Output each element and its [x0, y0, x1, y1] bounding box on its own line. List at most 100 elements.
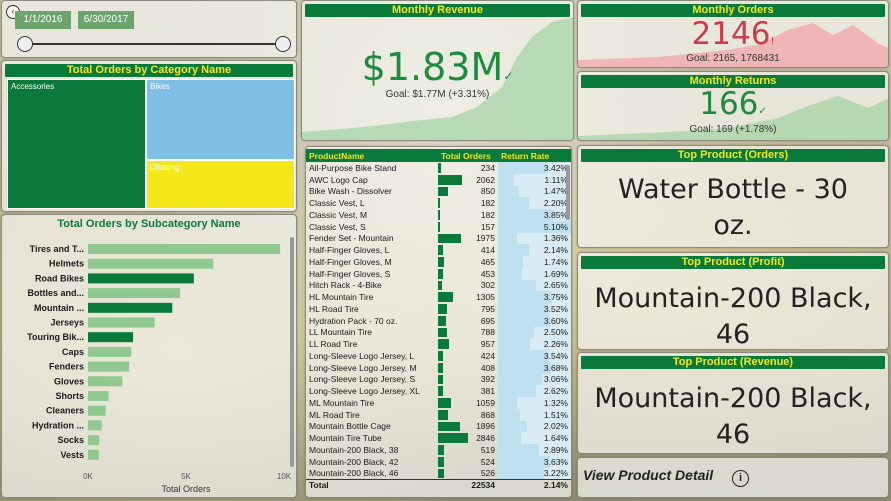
col-return-rate[interactable]: Return Rate: [498, 149, 571, 162]
table-row[interactable]: AWC Logo Cap 2062 1.11%: [306, 173, 571, 186]
view-product-detail-button[interactable]: View Product Detail i: [577, 457, 889, 498]
orders-cell: 182: [438, 197, 498, 209]
table-row[interactable]: Long-Sleeve Logo Jersey, L 424 3.54%: [306, 350, 571, 362]
table-row[interactable]: Classic Vest, L 182 2.20%: [306, 197, 571, 209]
table-row[interactable]: Fender Set - Mountain 1975 1.36%: [306, 232, 571, 245]
product-name-cell: Mountain-200 Black, 38: [309, 444, 399, 455]
table-row[interactable]: Classic Vest, S 157 5.10%: [306, 220, 571, 233]
table-row[interactable]: Half-Finger Gloves, S 453 1.69%: [306, 267, 571, 280]
orders-cell: 234: [438, 162, 498, 174]
slider-handle-start[interactable]: [17, 36, 33, 52]
treemap-tile-clothing[interactable]: Clothing: [146, 160, 295, 209]
orders-cell: 414: [438, 244, 498, 256]
info-icon[interactable]: i: [732, 470, 749, 487]
return-rate-cell: 1.64%: [498, 432, 571, 444]
bar[interactable]: [88, 317, 155, 328]
x-tick-label: 10K: [277, 472, 292, 481]
orders-cell: 2846: [438, 432, 498, 444]
orders-cell: 850: [438, 186, 498, 198]
table-row[interactable]: LL Road Tire 957 2.26%: [306, 338, 571, 350]
orders-goal: Goal: 2165, 1768431: [686, 53, 780, 64]
bar-label: Mountain ...: [34, 303, 84, 313]
chart-scrollbar[interactable]: [290, 237, 294, 467]
table-row[interactable]: ML Mountain Tire 1059 1.32%: [306, 397, 571, 409]
col-total-orders[interactable]: Total Orders: [438, 149, 498, 162]
bar-label: Bottles and...: [27, 288, 84, 298]
bar-label: Touring Bik...: [27, 332, 84, 342]
product-name-cell: Bike Wash - Dissolver: [309, 186, 392, 197]
bar[interactable]: [88, 302, 173, 313]
orders-cell: 519: [438, 444, 498, 456]
product-name-cell: ML Road Tire: [309, 409, 360, 420]
table-row[interactable]: Bike Wash - Dissolver 850 1.47%: [306, 185, 571, 198]
bar-label: Socks: [57, 435, 84, 445]
table-row[interactable]: ML Road Tire 868 1.51%: [306, 408, 571, 421]
product-name-cell: Long-Sleeve Logo Jersey, L: [309, 350, 415, 361]
return-rate-cell: 3.63%: [498, 455, 571, 468]
table-row[interactable]: Half-Finger Gloves, L 414 2.14%: [306, 244, 571, 256]
treemap-tile-bikes[interactable]: Bikes: [146, 79, 295, 160]
bar[interactable]: [88, 405, 106, 416]
returns-value: 166✓: [699, 86, 767, 122]
slider-handle-end[interactable]: [275, 36, 291, 52]
return-rate-cell: 2.26%: [498, 338, 571, 350]
return-rate-cell: 1.32%: [498, 397, 571, 409]
product-name-cell: HL Mountain Tire: [309, 292, 374, 303]
col-product-name[interactable]: ProductName: [306, 149, 438, 162]
bar[interactable]: [88, 361, 130, 372]
end-date-input[interactable]: 6/30/2017: [78, 11, 134, 29]
bar[interactable]: [88, 288, 181, 299]
bar[interactable]: [88, 346, 132, 357]
product-name-cell: LL Road Tire: [309, 339, 358, 350]
top-profit-value: Mountain-200 Black, 46: [594, 283, 872, 350]
table-row[interactable]: Mountain Bottle Cage 1896 2.02%: [306, 420, 571, 433]
return-rate-cell: 3.54%: [498, 350, 571, 362]
product-name-cell: Hitch Rack - 4-Bike: [309, 280, 382, 291]
table-row[interactable]: Hitch Rack - 4-Bike 302 2.65%: [306, 279, 571, 292]
return-rate-cell: 1.36%: [498, 232, 571, 245]
table-row[interactable]: Long-Sleeve Logo Jersey, XL 381 2.62%: [306, 385, 571, 397]
return-rate-cell: 5.10%: [498, 220, 571, 233]
table-row[interactable]: Mountain-200 Black, 42 524 3.63%: [306, 455, 571, 468]
table-row[interactable]: All-Purpose Bike Stand 234 3.42%: [306, 162, 571, 174]
table-row[interactable]: Mountain Tire Tube 2846 1.64%: [306, 432, 571, 444]
table-row[interactable]: Classic Vest, M 182 3.85%: [306, 209, 571, 221]
orders-cell: 957: [438, 338, 498, 350]
slider-track[interactable]: [24, 43, 282, 45]
table-row[interactable]: HL Road Tire 795 3.52%: [306, 303, 571, 315]
table-row[interactable]: HL Mountain Tire 1305 3.75%: [306, 291, 571, 303]
orders-cell: 465: [438, 256, 498, 268]
table-row[interactable]: Mountain-200 Black, 46 526 3.22%: [306, 467, 571, 480]
bar[interactable]: [88, 391, 109, 401]
table-row[interactable]: Mountain-200 Black, 38 519 2.89%: [306, 444, 571, 456]
revenue-value: $1.83M✓: [361, 45, 514, 89]
treemap-tile-accessories[interactable]: Accessories: [7, 79, 146, 209]
table-row[interactable]: Half-Finger Gloves, M 465 1.74%: [306, 256, 571, 268]
bar[interactable]: [88, 258, 214, 269]
bar[interactable]: [88, 420, 102, 431]
table-scrollbar[interactable]: [566, 165, 570, 220]
table-row[interactable]: Long-Sleeve Logo Jersey, S 392 3.06%: [306, 373, 571, 386]
bar[interactable]: [88, 449, 99, 460]
table-row[interactable]: LL Mountain Tire 788 2.50%: [306, 326, 571, 339]
product-name-cell: AWC Logo Cap: [309, 174, 368, 185]
tile-label: Bikes: [150, 82, 170, 91]
table-row[interactable]: Long-Sleeve Logo Jersey, M 408 3.68%: [306, 361, 571, 374]
bar[interactable]: [88, 332, 134, 343]
product-table: ProductName Total Orders Return Rate All…: [306, 149, 571, 491]
bar-label: Cleaners: [46, 406, 84, 416]
bar[interactable]: [88, 435, 100, 446]
x-axis-label: Total Orders: [161, 484, 211, 494]
orders-cell: 2062: [438, 174, 498, 186]
bar[interactable]: [88, 376, 123, 387]
bar-label: Vests: [60, 450, 84, 460]
bar[interactable]: [88, 273, 194, 284]
table-row[interactable]: Hydration Pack - 70 oz. 695 3.60%: [306, 314, 571, 327]
start-date-input[interactable]: 1/1/2016: [15, 11, 71, 29]
return-rate-cell: 1.69%: [498, 267, 571, 280]
orders-cell: 1059: [438, 397, 498, 409]
orders-cell: 1896: [438, 421, 498, 433]
product-name-cell: Long-Sleeve Logo Jersey, M: [309, 362, 417, 373]
bar[interactable]: [88, 244, 281, 254]
bar-label: Caps: [62, 347, 84, 357]
